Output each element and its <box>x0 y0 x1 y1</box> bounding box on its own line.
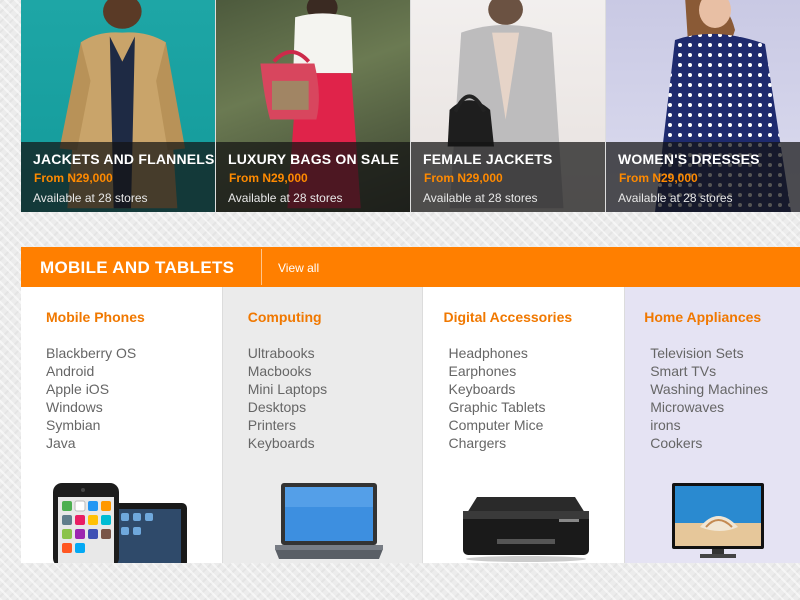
promo-title: WOMEN'S DRESSES <box>618 151 760 167</box>
header-divider <box>261 249 262 285</box>
category-link[interactable]: Chargers <box>448 434 545 452</box>
category-column-computing: Computing Ultrabooks Macbooks Mini Lapto… <box>222 287 424 563</box>
promo-stores: Available at 28 stores <box>228 191 343 205</box>
category-grid: Mobile Phones Blackberry OS Android Appl… <box>21 287 800 563</box>
promo-title: LUXURY BAGS ON SALE <box>228 151 400 167</box>
category-link[interactable]: Smart TVs <box>650 362 768 380</box>
tv-image[interactable] <box>672 483 765 563</box>
promo-tile-bags[interactable]: LUXURY BAGS ON SALE From N29,000 Availab… <box>216 0 411 212</box>
category-link[interactable]: Android <box>46 362 136 380</box>
category-title[interactable]: Mobile Phones <box>46 309 145 325</box>
category-link[interactable]: Earphones <box>448 362 545 380</box>
category-link[interactable]: Mini Laptops <box>248 380 327 398</box>
category-link[interactable]: Macbooks <box>248 362 327 380</box>
category-list: Headphones Earphones Keyboards Graphic T… <box>448 344 545 452</box>
category-link[interactable]: Blackberry OS <box>46 344 136 362</box>
category-link[interactable]: Headphones <box>448 344 545 362</box>
view-all-link[interactable]: View all <box>278 261 319 275</box>
promo-price: From N29,000 <box>424 171 503 185</box>
promo-stores: Available at 28 stores <box>618 191 733 205</box>
category-column-home-appliances: Home Appliances Television Sets Smart TV… <box>625 287 800 563</box>
promo-title: JACKETS AND FLANNELS <box>33 151 215 167</box>
category-link[interactable]: Computer Mice <box>448 416 545 434</box>
phone-tablet-image[interactable] <box>53 483 193 563</box>
laptop-image[interactable] <box>274 483 383 563</box>
category-link[interactable]: Windows <box>46 398 136 416</box>
promo-price: From N29,000 <box>619 171 698 185</box>
category-title[interactable]: Digital Accessories <box>443 309 572 325</box>
category-link[interactable]: Symbian <box>46 416 136 434</box>
promo-tile-female-jackets[interactable]: FEMALE JACKETS From N29,000 Available at… <box>411 0 606 212</box>
section-header: MOBILE AND TABLETS View all <box>21 247 800 287</box>
category-link[interactable]: Ultrabooks <box>248 344 327 362</box>
promo-tile-jackets[interactable]: JACKETS AND FLANNELS From N29,000 Availa… <box>21 0 216 212</box>
category-column-mobile-phones: Mobile Phones Blackberry OS Android Appl… <box>21 287 223 563</box>
promo-stores: Available at 28 stores <box>33 191 148 205</box>
category-link[interactable]: Java <box>46 434 136 452</box>
promo-stores: Available at 28 stores <box>423 191 538 205</box>
promo-price: From N29,000 <box>34 171 113 185</box>
category-column-digital-accessories: Digital Accessories Headphones Earphones… <box>423 287 626 563</box>
category-title[interactable]: Home Appliances <box>644 309 761 325</box>
category-link[interactable]: Keyboards <box>248 434 327 452</box>
section-title: MOBILE AND TABLETS <box>40 258 235 277</box>
promo-price: From N29,000 <box>229 171 308 185</box>
category-list: Blackberry OS Android Apple iOS Windows … <box>46 344 136 452</box>
category-list: Ultrabooks Macbooks Mini Laptops Desktop… <box>248 344 327 452</box>
printer-image[interactable] <box>459 489 593 563</box>
promo-strip: JACKETS AND FLANNELS From N29,000 Availa… <box>21 0 800 212</box>
category-link[interactable]: Printers <box>248 416 327 434</box>
category-title[interactable]: Computing <box>248 309 322 325</box>
category-link[interactable]: Keyboards <box>448 380 545 398</box>
category-link[interactable]: irons <box>650 416 768 434</box>
category-list: Television Sets Smart TVs Washing Machin… <box>650 344 768 452</box>
category-link[interactable]: Television Sets <box>650 344 768 362</box>
category-link[interactable]: Cookers <box>650 434 768 452</box>
category-link[interactable]: Desktops <box>248 398 327 416</box>
category-link[interactable]: Graphic Tablets <box>448 398 545 416</box>
category-link[interactable]: Washing Machines <box>650 380 768 398</box>
promo-tile-dresses[interactable]: WOMEN'S DRESSES From N29,000 Available a… <box>606 0 800 212</box>
category-link[interactable]: Apple iOS <box>46 380 136 398</box>
promo-title: FEMALE JACKETS <box>423 151 553 167</box>
category-link[interactable]: Microwaves <box>650 398 768 416</box>
